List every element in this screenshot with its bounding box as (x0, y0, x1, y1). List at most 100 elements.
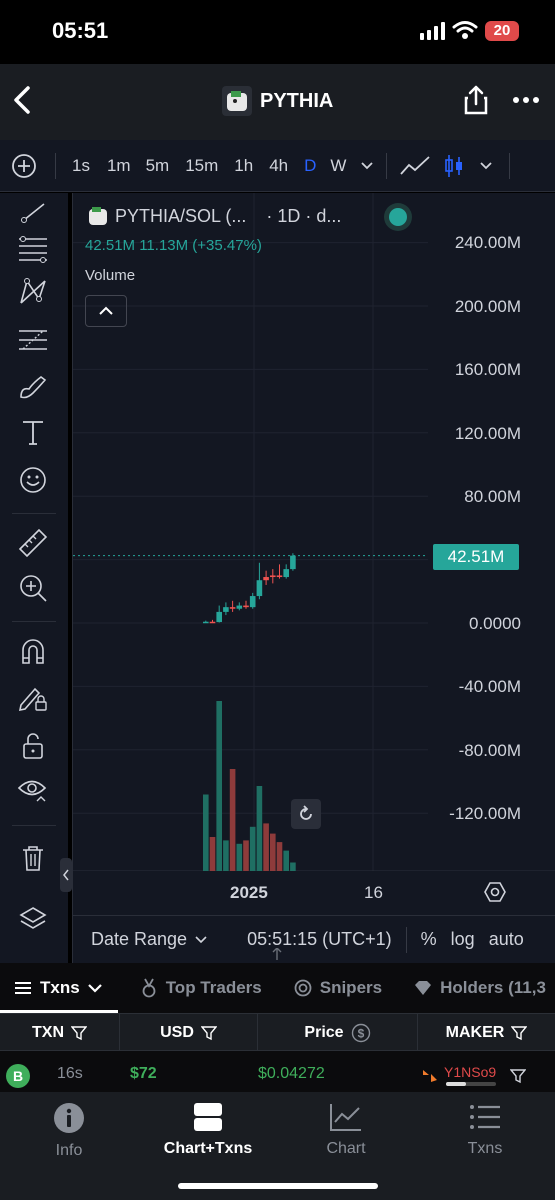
more-options-icon[interactable] (512, 94, 540, 106)
tab-top-traders[interactable]: Top Traders (140, 978, 262, 998)
volume-bar (236, 843, 243, 871)
timeframe-d[interactable]: D (304, 156, 316, 176)
list-icon (470, 1105, 500, 1129)
candle-body (263, 577, 269, 581)
lock-drawings-icon[interactable] (14, 679, 52, 717)
fib-retracement-tool-icon[interactable] (14, 229, 52, 267)
volume-bar (256, 786, 263, 871)
magnet-icon[interactable] (14, 633, 52, 671)
timeframe-15m[interactable]: 15m (185, 156, 218, 176)
share-icon[interactable] (462, 84, 490, 116)
chevron-down-icon[interactable] (360, 161, 374, 171)
chevron-down-icon[interactable] (479, 161, 493, 171)
nav-chart[interactable]: Chart (286, 1102, 406, 1158)
prediction-tool-icon[interactable] (14, 321, 52, 359)
y-axis-tick: 120.00M (454, 424, 521, 443)
timeframe-w[interactable]: W (330, 156, 346, 176)
nav-label: Txns (467, 1140, 503, 1157)
chart-icon (330, 1104, 361, 1131)
currency-toggle-icon[interactable]: $ (351, 1023, 371, 1043)
volume-bar (243, 840, 249, 871)
chevron-up-icon (99, 306, 113, 315)
candle-body (290, 555, 296, 570)
toolbar-divider (12, 825, 56, 826)
candlestick-chart-type-icon[interactable] (443, 153, 465, 179)
drawing-toolbar (0, 193, 72, 963)
toolbar-divider (12, 621, 56, 622)
volume-bar (223, 840, 229, 871)
auto-scale-toggle[interactable]: auto (489, 929, 524, 950)
column-header-usd[interactable]: USD (120, 1014, 258, 1052)
column-header-price[interactable]: Price $ (258, 1014, 418, 1052)
line-chart-type-icon[interactable] (399, 154, 431, 178)
maker-holding-bar (446, 1082, 496, 1086)
y-axis-tick: 200.00M (454, 297, 521, 316)
trend-line-tool-icon[interactable] (14, 193, 52, 231)
chevron-down-icon[interactable] (195, 935, 207, 944)
app-header: PYTHIA (0, 64, 555, 140)
timeframe-1s[interactable]: 1s (72, 156, 90, 176)
brush-tool-icon[interactable] (14, 367, 52, 405)
tab-label: Txns (40, 978, 80, 997)
volume-bar (203, 794, 209, 871)
ohlc-values: 42.51M 11.13M (+35.47%) (85, 237, 262, 254)
volume-bar (209, 837, 216, 871)
layers-icon[interactable] (14, 901, 52, 939)
candle-body (216, 611, 222, 623)
collapse-legend-button[interactable] (85, 295, 127, 327)
column-label: MAKER (445, 1024, 505, 1041)
candle-body (229, 607, 236, 609)
tab-holders[interactable]: Holders (11,3 (414, 978, 546, 998)
visibility-icon[interactable] (14, 771, 52, 809)
timeframe-4h[interactable]: 4h (269, 156, 288, 176)
nav-txns[interactable]: Txns (425, 1102, 545, 1158)
chart-settings-icon[interactable] (483, 880, 507, 904)
filter-icon[interactable] (71, 1025, 87, 1041)
add-indicator-icon[interactable] (11, 153, 37, 179)
target-icon (294, 979, 312, 997)
timeframe-5m[interactable]: 5m (146, 156, 170, 176)
log-scale-toggle[interactable]: log (451, 929, 475, 950)
filter-icon[interactable] (511, 1025, 528, 1041)
unlock-icon[interactable] (14, 727, 52, 765)
txn-age: 16s (57, 1065, 83, 1082)
candle-body (249, 596, 256, 608)
candle-body (223, 607, 229, 612)
nav-label: Chart+Txns (163, 1140, 253, 1157)
reset-chart-button[interactable] (291, 799, 321, 829)
text-tool-icon[interactable] (14, 413, 52, 451)
price-chart[interactable]: PYTHIA/SOL (... · 1D · d... 42.51M 11.13… (72, 193, 555, 978)
back-arrow-icon[interactable] (8, 82, 36, 118)
pattern-tool-icon[interactable] (14, 273, 52, 311)
data-tabs: Txns Top Traders Snipers Holders (11,3 (0, 963, 555, 1013)
trash-icon[interactable] (14, 839, 52, 877)
tab-txns[interactable]: Txns (14, 978, 102, 998)
last-price-tag: 42.51M (433, 544, 519, 570)
collapse-toolbar-handle[interactable] (60, 858, 72, 892)
chart-interval: · 1D · d... (266, 205, 342, 226)
live-status-dot (389, 208, 407, 226)
column-header-txn[interactable]: TXN (0, 1014, 120, 1052)
chart-bottom-bar: Date Range 05:51:15 (UTC+1) % log auto (73, 915, 555, 963)
candle-body (270, 575, 276, 578)
zoom-in-icon[interactable] (14, 569, 52, 607)
emoji-tool-icon[interactable] (14, 461, 52, 499)
nav-chart-txns[interactable]: Chart+Txns (148, 1102, 268, 1158)
toolbar-divider (55, 152, 56, 179)
chart-symbol: PYTHIA/SOL (... (115, 205, 247, 226)
timeframe-1h[interactable]: 1h (234, 156, 253, 176)
timeframe-1m[interactable]: 1m (107, 156, 131, 176)
toolbar-divider (386, 152, 388, 179)
filter-icon[interactable] (510, 1068, 526, 1084)
ruler-tool-icon[interactable] (14, 523, 52, 561)
nav-info[interactable]: Info (9, 1102, 129, 1160)
txn-maker[interactable]: Y1NSo9 (444, 1064, 496, 1080)
volume-bar (276, 842, 283, 871)
filter-icon[interactable] (200, 1025, 217, 1041)
tab-snipers[interactable]: Snipers (294, 978, 382, 998)
split-view-icon (194, 1103, 222, 1131)
column-header-maker[interactable]: MAKER (418, 1014, 555, 1052)
date-range-button[interactable]: Date Range (91, 929, 187, 950)
home-indicator (178, 1183, 378, 1189)
percent-scale-toggle[interactable]: % (421, 929, 437, 950)
